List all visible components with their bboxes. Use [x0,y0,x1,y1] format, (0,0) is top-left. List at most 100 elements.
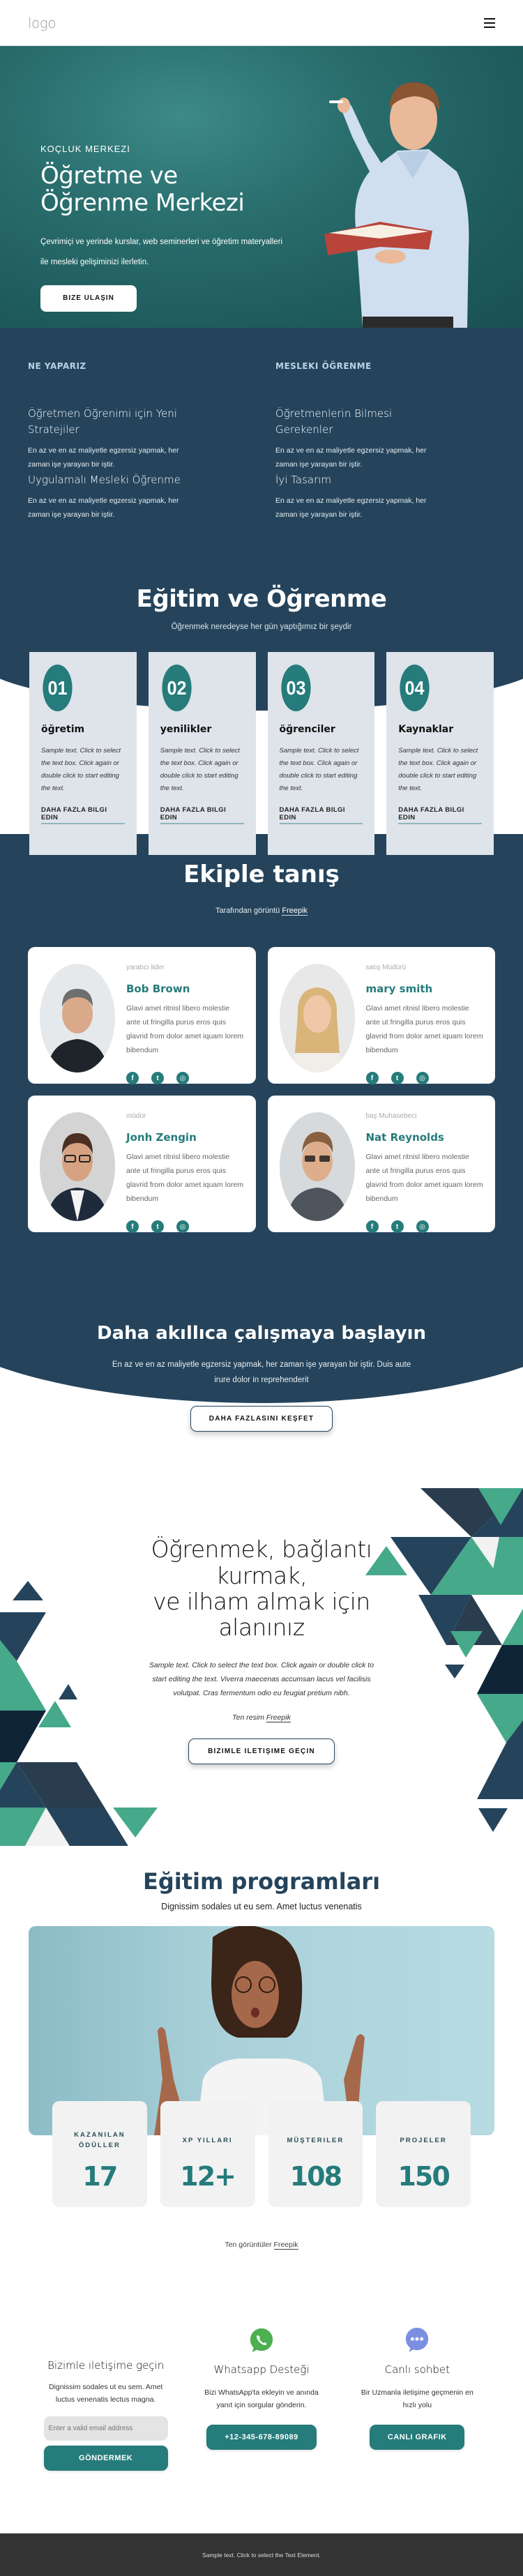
learn-more-link[interactable]: DAHA FAZLA BILGI EDIN [279,806,363,825]
team-grid: yaratıcı lider Bob Brown Glavi amet ritn… [28,947,495,1233]
team-member-card: müdür Jonh Zengin Glavi amet ritnisl lib… [28,1096,256,1233]
email-input[interactable] [43,2416,168,2441]
programs-title: Eğitim programları [142,1868,381,1895]
team-section: Ekiple tanış Tarafından görüntü Freepik … [0,834,523,1268]
logo[interactable]: logo [28,15,56,31]
instagram-icon[interactable]: ◎ [416,1220,429,1233]
contact-form-title: Bizimle iletişime geçin [47,2359,165,2372]
stat-card: KAZANILAN ÖDÜLLER 17 [52,2101,147,2208]
member-name: Nat Reynolds [365,1131,444,1144]
live-chat-button[interactable]: CANLI GRAFIK [370,2424,465,2450]
stat-card: PROJELER 150 [376,2101,471,2208]
card-title: Kaynaklar [398,724,454,736]
credit-prefix: Ten görüntüler [225,2241,272,2250]
contact-section: Bizimle iletişime geçin Dignissim sodale… [0,2264,523,2533]
stat-value: 108 [289,2161,342,2192]
instagram-icon[interactable]: ◎ [176,1072,189,1084]
card-text: Sample text. Click to select the text bo… [398,747,478,793]
facebook-icon[interactable]: f [365,1220,379,1233]
member-avatar [40,964,115,1073]
team-member-card: yaratıcı lider Bob Brown Glavi amet ritn… [28,947,256,1084]
card-title: yenilikler [160,724,212,736]
what-item-text: En az ve en az maliyetle egzersiz yapmak… [275,446,427,469]
freepik-link[interactable]: Freepik [282,907,308,916]
what-item-title: İyi Tasarım [275,473,332,486]
education-section: Eğitim ve Öğrenme Öğrenmek neredeyse her… [0,564,523,856]
footer-text: Sample text. Click to select the Text El… [202,2551,321,2559]
twitter-icon[interactable]: t [151,1072,164,1084]
stat-card: MÜŞTERILER 108 [268,2101,363,2208]
card-title: öğretim [41,724,85,736]
contact-us-button[interactable]: BIZIMLE ILETIŞIME GEÇIN [188,1738,335,1765]
what-item-title: Uygulamalı Mesleki Öğrenme [28,473,181,486]
whatsapp-phone-button[interactable]: +12-345-678-89089 [206,2424,317,2450]
hero-description: Çevrimiçi ve yerinde kurslar, web semine… [40,238,283,266]
live-chat-column: Canlı sohbet Bir Uzmanla iletişime geçme… [340,2327,495,2533]
education-cards: 01 öğretim Sample text. Click to select … [0,652,523,856]
stat-label: XP YILLARI [182,2136,233,2144]
what-item-text: En az ve en az maliyetle egzersiz yapmak… [275,497,427,520]
what-item-text: En az ve en az maliyetle egzersiz yapmak… [28,446,179,469]
stat-card: XP YILLARI 12+ [160,2101,255,2208]
member-avatar [279,964,355,1073]
team-member-card: baş Muhasebeci Nat Reynolds Glavi amet r… [267,1096,495,1233]
member-name: mary smith [365,983,433,996]
submit-button[interactable]: GÖNDERMEK [43,2445,168,2471]
facebook-icon[interactable]: f [365,1072,379,1084]
inspire-credit: Ten resim Freepik [0,1713,523,1723]
member-avatar [279,1112,355,1222]
learn-more-link[interactable]: DAHA FAZLA BILGI EDIN [398,806,482,825]
education-title: Eğitim ve Öğrenme [136,585,387,614]
member-role: satış Müdürü [365,964,407,972]
card-title: öğrenciler [279,724,335,736]
social-links: f t ◎ [365,1220,484,1233]
member-info: yaratıcı lider Bob Brown Glavi amet ritn… [126,964,244,1084]
hamburger-line [484,22,495,24]
work-smarter-title: Daha akıllıca çalışmaya başlayın [96,1323,427,1344]
education-card: 02 yenilikler Sample text. Click to sele… [148,652,256,856]
live-chat-title: Canlı sohbet [384,2363,450,2377]
learn-more-link[interactable]: DAHA FAZLA BILGI EDIN [41,806,125,825]
what-column-heading: MESLEKI ÖĞRENME [275,361,372,371]
facebook-icon[interactable]: f [126,1220,139,1233]
twitter-icon[interactable]: t [391,1220,404,1233]
member-bio: Glavi amet ritnisl libero molestie ante … [365,1004,483,1055]
member-info: baş Muhasebeci Nat Reynolds Glavi amet r… [365,1112,484,1233]
card-number-badge: 01 [43,665,73,712]
hero-text: KOÇLUK MERKEZI Öğretme ve Öğrenme Merkez… [40,144,291,312]
member-info: müdür Jonh Zengin Glavi amet ritnisl lib… [126,1112,244,1233]
instagram-icon[interactable]: ◎ [176,1220,189,1233]
explore-more-button[interactable]: DAHA FAZLASINI KEŞFET [190,1405,333,1432]
twitter-icon[interactable]: t [391,1072,404,1084]
stat-label: MÜŞTERILER [287,2136,344,2144]
facebook-icon[interactable]: f [126,1072,139,1084]
stats-row: KAZANILAN ÖDÜLLER 17 XP YILLARI 12+ MÜŞT… [52,2101,471,2208]
member-role: müdür [126,1112,146,1121]
card-text: Sample text. Click to select the text bo… [41,747,121,793]
work-smarter-section: Daha akıllıca çalışmaya başlayın En az v… [0,1267,523,1470]
instagram-icon[interactable]: ◎ [416,1072,429,1084]
teacher-photo [324,82,469,328]
freepik-link[interactable]: Freepik [266,1713,291,1723]
twitter-icon[interactable]: t [151,1220,164,1233]
hamburger-menu-icon[interactable] [484,17,495,28]
freepik-link[interactable]: Freepik [273,2241,298,2250]
what-item: Öğretmen Öğrenimi için Yeni Stratejiler … [28,406,248,472]
education-card: 03 öğrenciler Sample text. Click to sele… [267,652,375,856]
inspire-title-line: alanınız [218,1614,305,1642]
work-smarter-text: En az ve en az maliyetle egzersiz yapmak… [112,1361,411,1384]
team-credit: Tarafından görüntü Freepik [28,907,495,916]
stat-label: PROJELER [400,2136,447,2144]
hero-title-line: Öğrenme Merkezi [40,189,245,218]
what-column: MESLEKI ÖĞRENME Öğretmenlerin Bilmesi Ge… [275,361,495,522]
what-item-text: En az ve en az maliyetle egzersiz yapmak… [28,497,179,520]
hamburger-line [484,17,495,20]
team-title: Ekiple tanış [183,861,340,889]
learn-more-link[interactable]: DAHA FAZLA BILGI EDIN [160,806,244,825]
card-text: Sample text. Click to select the text bo… [160,747,240,793]
contact-us-button[interactable]: BIZE ULAŞIN [40,285,137,312]
inspire-title-line: kurmak, [215,1561,308,1589]
programs-credit: Ten görüntüler Freepik [0,2241,523,2250]
card-number-badge: 04 [400,665,430,712]
credit-prefix: Tarafından görüntü [215,907,280,916]
